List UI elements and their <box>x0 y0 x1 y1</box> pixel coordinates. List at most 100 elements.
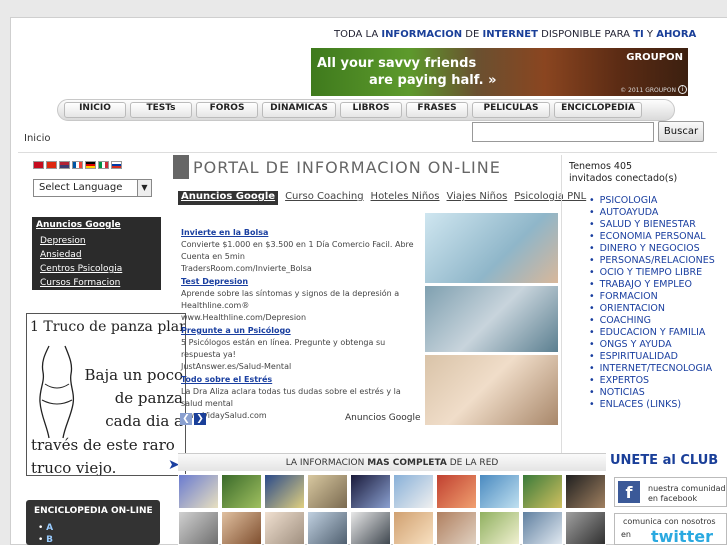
language-flags <box>33 161 122 169</box>
mosaic-tile[interactable] <box>565 510 606 545</box>
left-ads-header[interactable]: Anuncios Google <box>36 220 157 230</box>
enciclopedia-letter[interactable]: • A <box>38 522 160 534</box>
left-ad-link[interactable]: Depresion <box>36 234 157 248</box>
banner-line1: All your savvy friends <box>317 56 477 71</box>
divider <box>18 152 717 153</box>
enciclopedia-letter[interactable]: • B <box>38 534 160 545</box>
category-link[interactable]: DINERO Y NEGOCIOS <box>589 243 715 255</box>
tab-viajes-ninos[interactable]: Viajes Niños <box>447 191 508 205</box>
mosaic-tile[interactable] <box>565 474 606 509</box>
mosaic-tile[interactable] <box>393 474 434 509</box>
category-link[interactable]: PERSONAS/RELACIONES <box>589 255 715 267</box>
mosaic-tile[interactable] <box>221 474 262 509</box>
prev-arrow-icon[interactable]: ❮ <box>180 413 192 425</box>
mosaic-tile[interactable] <box>307 510 348 545</box>
photo-office-worker[interactable] <box>425 286 558 352</box>
left-ad-link[interactable]: Centros Psicologia <box>36 262 157 276</box>
ad-title[interactable]: Todo sobre el Estrés <box>181 374 424 386</box>
twitter-en: en <box>621 530 631 539</box>
ad-title[interactable]: Test Depresion <box>181 276 424 288</box>
category-link[interactable]: OCIO Y TIEMPO LIBRE <box>589 267 715 279</box>
flag-fr-icon[interactable] <box>72 161 83 169</box>
ad-url[interactable]: TradersRoom.com/Invierte_Bolsa <box>181 263 424 275</box>
mosaic-tile[interactable] <box>393 510 434 545</box>
nav-inicio[interactable]: INICIO <box>64 102 126 118</box>
category-link[interactable]: EXPERTOS <box>589 375 715 387</box>
chevron-down-icon: ▼ <box>137 180 151 196</box>
mosaic-tile[interactable] <box>479 510 520 545</box>
tab-hoteles-ninos[interactable]: Hoteles Niños <box>371 191 440 205</box>
flag-es-icon[interactable] <box>33 161 44 169</box>
search-button[interactable]: Buscar <box>658 121 704 142</box>
category-link[interactable]: COACHING <box>589 315 715 327</box>
search-input[interactable] <box>472 122 654 142</box>
body-outline-icon <box>39 345 75 439</box>
category-link[interactable]: INTERNET/TECNOLOGIA <box>589 363 715 375</box>
nav-peliculas[interactable]: PELICULAS <box>472 102 550 118</box>
breadcrumb[interactable]: Inicio <box>24 133 50 144</box>
category-link[interactable]: ORIENTACION <box>589 303 715 315</box>
flag-it-icon[interactable] <box>98 161 109 169</box>
mosaic-tile[interactable] <box>264 510 305 545</box>
mosaic-tile[interactable] <box>350 474 391 509</box>
ad-body: La Dra Aliza aclara todas tus dudas sobr… <box>181 387 401 408</box>
category-link[interactable]: ESPIRITUALIDAD <box>589 351 715 363</box>
ad-info-icon[interactable]: i <box>678 85 687 94</box>
nav-tests[interactable]: TESTs <box>130 102 192 118</box>
ad-url[interactable]: JustAnswer.es/Salud-Mental <box>181 361 424 373</box>
twitter-widget[interactable]: comunica con nosotros en twitter <box>614 513 727 545</box>
mosaic-tile[interactable] <box>436 474 477 509</box>
nav-enciclopedia[interactable]: ENCICLOPEDIA <box>554 102 642 118</box>
mosaic-tile[interactable] <box>436 510 477 545</box>
category-link[interactable]: NOTICIAS <box>589 387 715 399</box>
tab-anuncios-google[interactable]: Anuncios Google <box>178 191 279 205</box>
left-ad-link[interactable]: Cursos Formacion <box>36 276 157 290</box>
ad-item: Pregunte a un Psicólogo 5 Psicólogos est… <box>181 325 424 373</box>
flag-us-icon[interactable] <box>59 161 70 169</box>
category-link[interactable]: TRABAJO Y EMPLEO <box>589 279 715 291</box>
photo-smiling-people[interactable] <box>425 355 558 425</box>
ad-title[interactable]: Pregunte a un Psicólogo <box>181 325 424 337</box>
mosaic-tile[interactable] <box>522 510 563 545</box>
mosaic-tile[interactable] <box>522 474 563 509</box>
facebook-widget[interactable]: f nuestra comunidad en facebook <box>614 477 727 507</box>
ad-title[interactable]: Invierte en la Bolsa <box>181 227 424 239</box>
enciclopedia-box: ENCICLOPEDIA ON-LINE • A • B <box>26 500 160 545</box>
language-select[interactable]: Select Language ▼ <box>33 179 152 197</box>
mosaic-tile[interactable] <box>307 474 348 509</box>
category-link[interactable]: EDUCACION Y FAMILIA <box>589 327 715 339</box>
mosaic-tile[interactable] <box>221 510 262 545</box>
category-link[interactable]: AUTOAYUDA <box>589 207 715 219</box>
tab-curso-coaching[interactable]: Curso Coaching <box>285 191 363 205</box>
nav-libros[interactable]: LIBROS <box>340 102 402 118</box>
mosaic-tile[interactable] <box>178 474 219 509</box>
mosaic-tile[interactable] <box>264 474 305 509</box>
ad-url[interactable]: www.Healthline.com/Depresion <box>181 312 424 324</box>
flag-de-icon[interactable] <box>85 161 96 169</box>
nav-foros[interactable]: FOROS <box>196 102 258 118</box>
flag-ru-icon[interactable] <box>111 161 122 169</box>
photo-man-relaxing[interactable] <box>425 213 558 283</box>
banner-line2: are paying half. » <box>369 73 497 88</box>
truco-ad[interactable]: 1 Truco de panza plana Baja un poco de p… <box>26 313 186 476</box>
category-list: PSICOLOGIA AUTOAYUDA SALUD Y BIENESTAR E… <box>589 195 715 411</box>
flag-cn-icon[interactable] <box>46 161 57 169</box>
mosaic-tile[interactable] <box>479 474 520 509</box>
ads-footer-label: Anuncios Google <box>345 413 421 423</box>
ad-photos <box>425 213 558 428</box>
category-link[interactable]: FORMACION <box>589 291 715 303</box>
category-link[interactable]: ONGS Y AYUDA <box>589 339 715 351</box>
left-ad-link[interactable]: Ansiedad <box>36 248 157 262</box>
category-link[interactable]: SALUD Y BIENESTAR <box>589 219 715 231</box>
nav-frases[interactable]: FRASES <box>406 102 468 118</box>
mosaic-tile[interactable] <box>350 510 391 545</box>
mosaic-tile[interactable] <box>178 510 219 545</box>
tab-psicologia-pnl[interactable]: Psicologia PNL <box>514 191 586 205</box>
category-link[interactable]: PSICOLOGIA <box>589 195 715 207</box>
category-link[interactable]: ECONOMIA PERSONAL <box>589 231 715 243</box>
category-link[interactable]: ENLACES (LINKS) <box>589 399 715 411</box>
nav-dinamicas[interactable]: DINAMICAS <box>262 102 336 118</box>
next-arrow-icon[interactable]: ❯ <box>194 413 206 425</box>
groupon-banner-ad[interactable]: All your savvy friends are paying half. … <box>311 48 688 96</box>
groupon-logo: GROUPON <box>626 52 683 63</box>
